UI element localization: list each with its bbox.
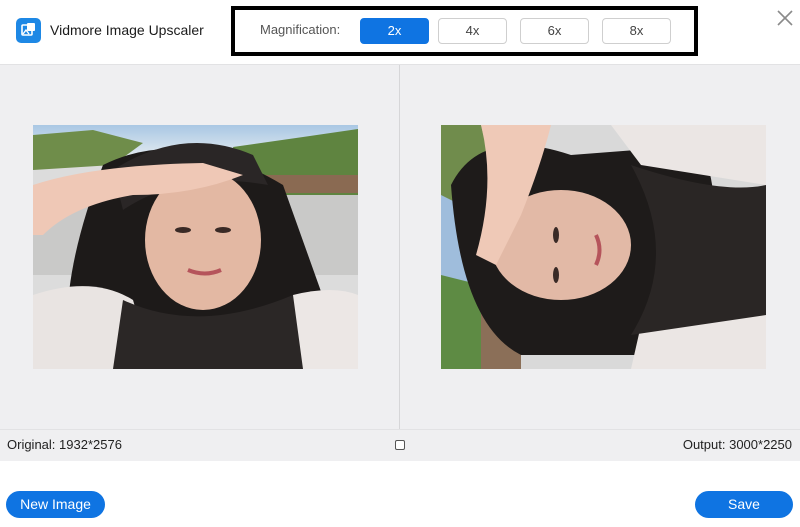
preview-area [0, 64, 800, 430]
split-compare-icon[interactable] [395, 440, 405, 450]
magnification-2x-button[interactable]: 2x [360, 18, 429, 44]
magnification-label: Magnification: [260, 22, 341, 37]
original-dimensions: Original: 1932*2576 [7, 437, 122, 452]
magnification-selector: Magnification: 2x 4x 6x 8x [231, 6, 698, 56]
original-photo [33, 125, 358, 369]
header: Vidmore Image Upscaler Magnification: 2x… [0, 0, 800, 64]
upscaler-window: Vidmore Image Upscaler Magnification: 2x… [0, 0, 800, 527]
magnification-6x-button[interactable]: 6x [520, 18, 589, 44]
info-bar: Original: 1932*2576 Output: 3000*2250 [0, 429, 800, 461]
preview-divider [399, 65, 400, 430]
magnification-4x-button[interactable]: 4x [438, 18, 507, 44]
close-icon[interactable] [775, 8, 795, 28]
magnification-8x-button[interactable]: 8x [602, 18, 671, 44]
save-button[interactable]: Save [695, 491, 793, 518]
output-dimensions: Output: 3000*2250 [682, 437, 792, 452]
app-title: Vidmore Image Upscaler [50, 22, 204, 38]
app-logo-icon [16, 18, 41, 43]
new-image-button[interactable]: New Image [6, 491, 105, 518]
output-photo [441, 125, 766, 369]
